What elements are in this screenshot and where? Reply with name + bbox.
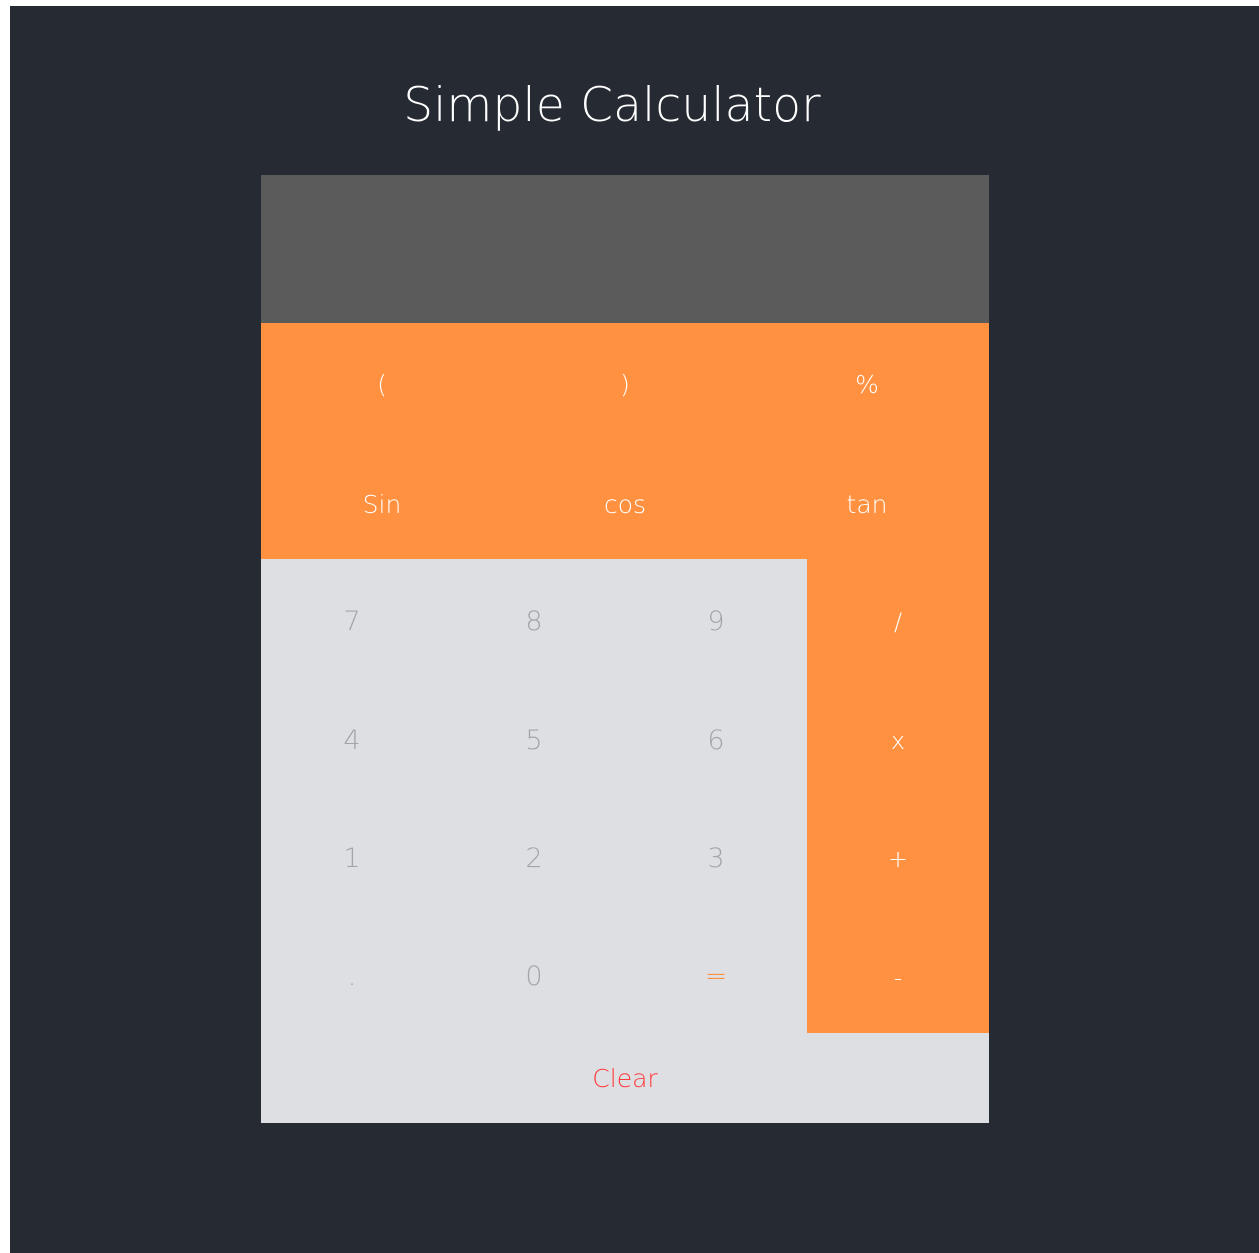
digit-7-button[interactable]: 7 <box>261 562 443 680</box>
digit-2-button[interactable]: 2 <box>443 799 625 917</box>
equals-button[interactable]: = <box>625 917 807 1035</box>
page-title: Simple Calculator <box>403 78 821 133</box>
digit-9-button[interactable]: 9 <box>625 562 807 680</box>
sin-button[interactable]: Sin <box>261 445 503 563</box>
digit-3-button[interactable]: 3 <box>625 799 807 917</box>
cos-button[interactable]: cos <box>504 445 746 563</box>
percent-button[interactable]: % <box>746 325 988 443</box>
divide-button[interactable]: / <box>807 563 989 681</box>
digit-4-button[interactable]: 4 <box>261 681 443 799</box>
close-paren-button[interactable]: ) <box>504 325 746 443</box>
clear-button[interactable]: Clear <box>261 1033 989 1123</box>
calculator: ( ) % Sin cos tan 7 8 9 4 5 6 1 2 3 . 0 … <box>261 175 989 1123</box>
decimal-point-button[interactable]: . <box>261 917 443 1035</box>
digit-0-button[interactable]: 0 <box>443 917 625 1035</box>
digit-5-button[interactable]: 5 <box>443 681 625 799</box>
tan-button[interactable]: tan <box>746 445 988 563</box>
subtract-button[interactable]: - <box>807 919 989 1037</box>
multiply-button[interactable]: x <box>807 682 989 800</box>
digit-1-button[interactable]: 1 <box>261 799 443 917</box>
add-button[interactable]: + <box>807 800 989 918</box>
calculator-display <box>261 175 989 323</box>
page-background: Simple Calculator ( ) % Sin cos tan 7 8 … <box>10 6 1259 1253</box>
digit-6-button[interactable]: 6 <box>625 681 807 799</box>
open-paren-button[interactable]: ( <box>261 325 503 443</box>
digit-8-button[interactable]: 8 <box>443 562 625 680</box>
